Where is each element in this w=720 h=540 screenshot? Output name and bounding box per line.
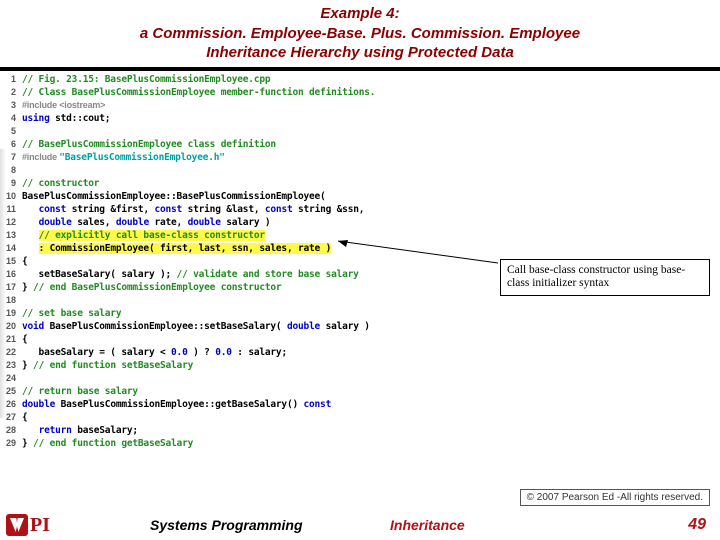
line-number: 11 (4, 203, 22, 216)
page-number: 49 (688, 516, 706, 534)
copyright-notice: © 2007 Pearson Ed -All rights reserved. (520, 489, 710, 506)
line-number: 2 (4, 86, 22, 99)
code-line: 20void BasePlusCommissionEmployee::setBa… (4, 320, 720, 333)
line-number: 24 (4, 372, 22, 385)
code-content: const string &first, const string &last,… (22, 203, 370, 216)
line-number: 7 (4, 151, 22, 164)
code-content: // Fig. 23.15: BasePlusCommissionEmploye… (22, 73, 270, 86)
wpi-logo: PI (6, 514, 50, 537)
code-line: 4using std::cout; (4, 112, 720, 125)
callout-text: Call base-class constructor using base-c… (507, 264, 685, 290)
line-number: 17 (4, 281, 22, 294)
shadow-decoration (0, 149, 6, 418)
line-number: 16 (4, 268, 22, 281)
title-line-3: Inheritance Hierarchy using Protected Da… (0, 43, 720, 63)
line-number: 19 (4, 307, 22, 320)
code-content: { (22, 255, 39, 268)
code-line: 23} // end function setBaseSalary (4, 359, 720, 372)
code-content: double BasePlusCommissionEmployee::getBa… (22, 398, 331, 411)
code-line: 3#include <iostream> (4, 99, 720, 112)
code-content: } // end function setBaseSalary (22, 359, 193, 372)
code-content: { (22, 333, 28, 346)
code-line: 6// BasePlusCommissionEmployee class def… (4, 138, 720, 151)
code-content: double sales, double rate, double salary… (22, 216, 270, 229)
line-number: 21 (4, 333, 22, 346)
line-number: 6 (4, 138, 22, 151)
code-content: // set base salary (22, 307, 121, 320)
line-number: 8 (4, 164, 22, 177)
code-line: 19// set base salary (4, 307, 720, 320)
line-number: 14 (4, 242, 22, 255)
code-content: setBaseSalary( salary ); // validate and… (22, 268, 359, 281)
footer-topic: Inheritance (390, 517, 465, 533)
code-line: 26double BasePlusCommissionEmployee::get… (4, 398, 720, 411)
line-number: 26 (4, 398, 22, 411)
code-line: 28 return baseSalary; (4, 424, 720, 437)
slide-header: Example 4: a Commission. Employee-Base. … (0, 0, 720, 65)
line-number: 9 (4, 177, 22, 190)
line-number: 15 (4, 255, 22, 268)
line-number: 23 (4, 359, 22, 372)
line-number: 13 (4, 229, 22, 242)
code-line: 9// constructor (4, 177, 720, 190)
code-line: 10BasePlusCommissionEmployee::BasePlusCo… (4, 190, 720, 203)
code-content: } // end function getBaseSalary (22, 437, 193, 450)
line-number: 29 (4, 437, 22, 450)
code-content: // BasePlusCommissionEmployee class defi… (22, 138, 276, 151)
code-line: 7#include "BasePlusCommissionEmployee.h" (4, 151, 720, 164)
code-content: return baseSalary; (22, 424, 138, 437)
code-content: // Class BasePlusCommissionEmployee memb… (22, 86, 375, 99)
code-line: 2// Class BasePlusCommissionEmployee mem… (4, 86, 720, 99)
code-content: BasePlusCommissionEmployee::BasePlusComm… (22, 190, 331, 203)
code-line: 5 (4, 125, 720, 138)
callout-box: Call base-class constructor using base-c… (500, 259, 710, 297)
code-line: 29} // end function getBaseSalary (4, 437, 720, 450)
code-content: #include <iostream> (22, 99, 105, 112)
code-line: 8 (4, 164, 720, 177)
code-content: } // end BasePlusCommissionEmployee cons… (22, 281, 281, 294)
code-line: 14 : CommissionEmployee( first, last, ss… (4, 242, 720, 255)
code-listing: 1// Fig. 23.15: BasePlusCommissionEmploy… (0, 71, 720, 450)
line-number: 25 (4, 385, 22, 398)
title-line-1: Example 4: (0, 4, 720, 24)
code-line: 13 // explicitly call base-class constru… (4, 229, 720, 242)
code-line: 21{ (4, 333, 720, 346)
line-number: 27 (4, 411, 22, 424)
code-line: 11 const string &first, const string &la… (4, 203, 720, 216)
code-line: 12 double sales, double rate, double sal… (4, 216, 720, 229)
line-number: 28 (4, 424, 22, 437)
code-content: : CommissionEmployee( first, last, ssn, … (22, 242, 331, 255)
line-number: 10 (4, 190, 22, 203)
code-content: // return base salary (22, 385, 138, 398)
logo-badge-icon (6, 514, 28, 536)
code-line: 24 (4, 372, 720, 385)
code-content: baseSalary = ( salary < 0.0 ) ? 0.0 : sa… (22, 346, 287, 359)
code-content: void BasePlusCommissionEmployee::setBase… (22, 320, 370, 333)
line-number: 5 (4, 125, 22, 138)
line-number: 1 (4, 73, 22, 86)
code-content: // explicitly call base-class constructo… (22, 229, 265, 242)
code-line: 22 baseSalary = ( salary < 0.0 ) ? 0.0 :… (4, 346, 720, 359)
line-number: 20 (4, 320, 22, 333)
code-content: { (22, 411, 28, 424)
code-line: 25// return base salary (4, 385, 720, 398)
slide-footer: PI Systems Programming Inheritance 49 (0, 510, 720, 540)
code-content: // constructor (22, 177, 99, 190)
code-content: using std::cout; (22, 112, 110, 125)
line-number: 4 (4, 112, 22, 125)
code-line: 27{ (4, 411, 720, 424)
line-number: 3 (4, 99, 22, 112)
line-number: 22 (4, 346, 22, 359)
line-number: 12 (4, 216, 22, 229)
footer-course: Systems Programming (150, 517, 303, 533)
code-content: #include "BasePlusCommissionEmployee.h" (22, 151, 225, 164)
logo-text: PI (30, 514, 50, 537)
line-number: 18 (4, 294, 22, 307)
title-line-2: a Commission. Employee-Base. Plus. Commi… (0, 24, 720, 44)
code-line: 1// Fig. 23.15: BasePlusCommissionEmploy… (4, 73, 720, 86)
